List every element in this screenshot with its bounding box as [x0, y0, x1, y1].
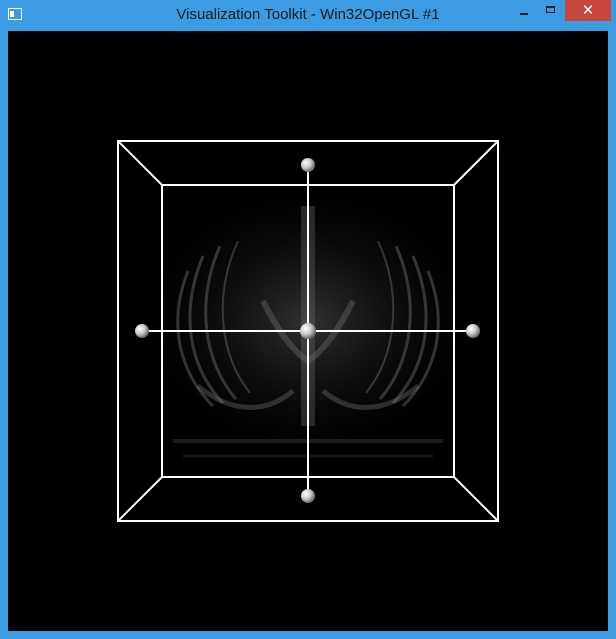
close-button[interactable]: ✕	[565, 0, 611, 21]
render-viewport[interactable]	[8, 31, 608, 631]
vtk-render-window: Visualization Toolkit - Win32OpenGL #1 ✕	[0, 0, 616, 639]
box-edge-bottom-right	[453, 476, 499, 522]
maximize-button[interactable]	[538, 0, 564, 22]
box-edge-top-left	[117, 140, 163, 186]
right-face-handle[interactable]	[466, 324, 480, 338]
scene-canvas[interactable]	[8, 31, 608, 631]
box-edge-top-right	[453, 140, 499, 186]
minimize-button[interactable]	[510, 0, 538, 22]
top-face-handle[interactable]	[301, 158, 315, 172]
center-handle[interactable]	[300, 323, 316, 339]
box-edge-bottom-left	[117, 476, 163, 522]
left-face-handle[interactable]	[135, 324, 149, 338]
close-icon: ✕	[581, 1, 595, 19]
title-bar[interactable]: Visualization Toolkit - Win32OpenGL #1 ✕	[0, 0, 616, 30]
bottom-face-handle[interactable]	[301, 489, 315, 503]
